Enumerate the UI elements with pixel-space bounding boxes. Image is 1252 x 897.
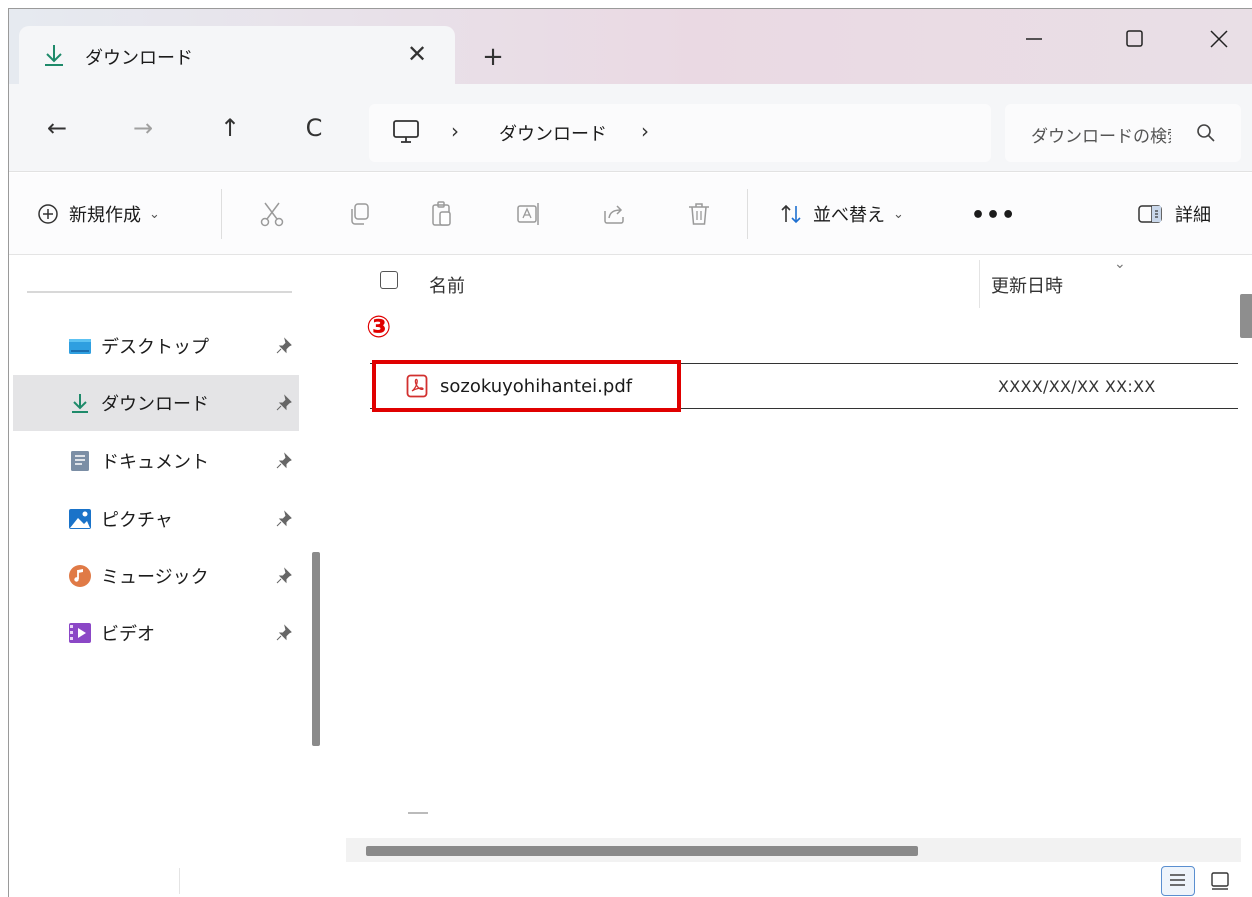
pc-icon: [393, 120, 419, 143]
pin-icon[interactable]: [275, 567, 293, 585]
pin-icon[interactable]: [275, 624, 293, 642]
details-view-icon: [1170, 874, 1185, 886]
tab-close-button[interactable]: ✕: [399, 36, 435, 72]
sort-button[interactable]: 並べ替え ⌄: [779, 173, 904, 255]
file-explorer-window: ダウンロード ✕ + ← → ↑ C › ダウンロード › ダウンロードの検索 …: [8, 8, 1252, 897]
sidebar-item-documents[interactable]: ドキュメント: [13, 433, 299, 489]
chevron-down-icon: ⌄: [893, 206, 904, 222]
tab-title: ダウンロード: [85, 48, 193, 69]
minimize-icon: [1026, 38, 1042, 40]
chevron-down-icon: ⌄: [149, 206, 160, 222]
videos-icon: [69, 623, 91, 643]
horizontal-scrollbar[interactable]: [366, 846, 918, 856]
up-button[interactable]: ↑: [212, 110, 248, 146]
step-annotation: ③: [366, 310, 392, 345]
plus-circle-icon: [38, 204, 58, 224]
search-input[interactable]: ダウンロードの検索: [1005, 104, 1241, 162]
forward-button[interactable]: →: [125, 110, 161, 146]
details-pane-button[interactable]: 詳細: [1137, 173, 1211, 255]
file-date-modified: XXXX/XX/XX XX:XX: [998, 377, 1156, 396]
tiles-view-icon[interactable]: [1205, 868, 1235, 894]
sidebar-item-label: デスクトップ: [101, 337, 209, 358]
new-tab-button[interactable]: +: [475, 39, 511, 75]
vertical-scrollbar[interactable]: [1240, 294, 1252, 338]
download-icon: [45, 45, 63, 66]
column-header-name[interactable]: 名前: [429, 272, 465, 298]
sidebar-item-music[interactable]: ミュージック: [13, 548, 299, 604]
column-header: 名前 更新日時 ⌄: [334, 256, 1252, 308]
sidebar-divider: [27, 291, 292, 293]
tab-downloads[interactable]: ダウンロード ✕: [19, 26, 455, 84]
pictures-icon: [69, 509, 91, 529]
search-placeholder: ダウンロードの検索: [1031, 127, 1171, 147]
toolbar-divider: [747, 189, 748, 239]
copy-icon[interactable]: [345, 199, 375, 229]
file-list: 名前 更新日時 ⌄ ③ sozokuyohihantei.pdf XXXX/XX…: [334, 256, 1252, 897]
sidebar-item-label: ダウンロード: [101, 394, 209, 415]
command-bar: 新規作成 ⌄ 並べ替え ⌄ ••• 詳細: [9, 173, 1252, 255]
rename-icon[interactable]: [514, 199, 544, 229]
sort-indicator-icon: ⌄: [1114, 256, 1126, 272]
status-divider: [179, 868, 180, 894]
list-placeholder-dash: [408, 812, 428, 814]
documents-icon: [71, 451, 89, 471]
paste-icon[interactable]: [427, 199, 457, 229]
close-window-button[interactable]: [1194, 19, 1244, 59]
new-button-label: 新規作成: [69, 205, 141, 226]
maximize-icon: [1126, 30, 1143, 47]
cut-icon[interactable]: [257, 199, 287, 229]
minimize-button[interactable]: [1009, 19, 1059, 59]
pin-icon[interactable]: [275, 452, 293, 470]
back-button[interactable]: ←: [39, 110, 75, 146]
select-all-checkbox[interactable]: [380, 271, 398, 289]
maximize-button[interactable]: [1109, 19, 1159, 59]
breadcrumb-separator[interactable]: ›: [641, 119, 649, 143]
breadcrumb-separator[interactable]: ›: [451, 119, 459, 143]
sidebar-item-label: ピクチャ: [101, 510, 173, 531]
sidebar-item-label: ビデオ: [101, 624, 155, 645]
sidebar-item-label: ドキュメント: [101, 452, 209, 473]
new-button[interactable]: 新規作成 ⌄: [37, 173, 160, 255]
more-options-button[interactable]: •••: [971, 203, 1016, 228]
title-bar: ダウンロード ✕ +: [9, 9, 1252, 84]
music-icon: [69, 565, 91, 587]
column-separator[interactable]: [979, 260, 980, 308]
sidebar-scrollbar[interactable]: [312, 552, 320, 746]
share-icon[interactable]: [599, 199, 629, 229]
sidebar-item-label: ミュージック: [101, 567, 209, 588]
breadcrumb-item-downloads[interactable]: ダウンロード: [499, 120, 607, 146]
sidebar-item-downloads[interactable]: ダウンロード: [13, 375, 299, 431]
status-bar: [9, 862, 1252, 897]
delete-icon[interactable]: [684, 199, 714, 229]
pin-icon[interactable]: [275, 337, 293, 355]
breadcrumb[interactable]: › ダウンロード ›: [369, 104, 991, 162]
sidebar-item-desktop[interactable]: デスクトップ: [13, 318, 299, 374]
sidebar-item-videos[interactable]: ビデオ: [13, 605, 299, 661]
search-icon: [1197, 124, 1215, 142]
toolbar-divider: [221, 189, 222, 239]
address-bar: ← → ↑ C › ダウンロード › ダウンロードの検索: [9, 84, 1252, 172]
sort-icon: [781, 204, 801, 224]
pin-icon[interactable]: [275, 510, 293, 528]
details-pane-icon: [1138, 205, 1162, 223]
details-view-button[interactable]: [1161, 866, 1195, 896]
desktop-folder-icon: [69, 339, 91, 354]
sidebar-item-pictures[interactable]: ピクチャ: [13, 491, 299, 547]
download-icon: [72, 394, 88, 413]
close-icon: [1210, 30, 1228, 48]
sort-button-label: 並べ替え: [813, 205, 885, 226]
pin-icon[interactable]: [275, 394, 293, 412]
details-pane-label: 詳細: [1175, 205, 1211, 226]
navigation-pane: デスクトップ ダウンロード ドキュメント ピクチャ ミュージック ビデオ: [9, 256, 320, 897]
annotation-highlight-box: [372, 360, 681, 412]
column-header-date-modified[interactable]: 更新日時: [991, 272, 1063, 298]
refresh-button[interactable]: C: [296, 110, 332, 146]
